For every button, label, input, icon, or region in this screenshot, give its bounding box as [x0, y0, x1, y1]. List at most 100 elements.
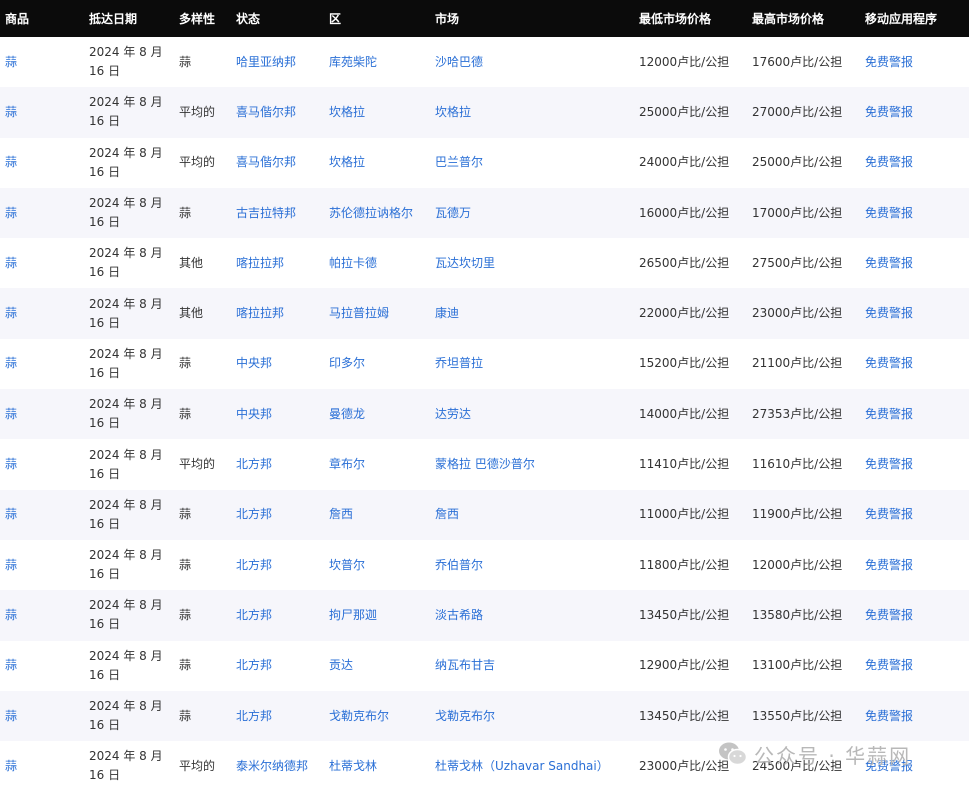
- max-price: 27000卢比/公担: [752, 104, 843, 119]
- header-arrival-date[interactable]: 抵达日期: [84, 0, 174, 37]
- commodity-link[interactable]: 蒜: [0, 439, 84, 489]
- district-link[interactable]: 曼德龙: [324, 389, 430, 439]
- table-row: 蒜 2024 年 8 月 16 日蒜北方邦 詹西 詹西 11000卢比/公担 11900卢…: [0, 489, 969, 540]
- price-table: 商品 抵达日期 多样性 状态 区 市场 最低市场价格 最高市场价格 移动应用程序…: [0, 0, 969, 792]
- max-price: 12000卢比/公担: [752, 557, 843, 572]
- free-alert-link[interactable]: 免费警报: [860, 741, 969, 791]
- state-link[interactable]: 古吉拉特邦: [231, 188, 324, 238]
- header-max-price[interactable]: 最高市场价格: [747, 0, 860, 37]
- district-link[interactable]: 贡达: [324, 641, 430, 691]
- district-link[interactable]: 章布尔: [324, 439, 430, 489]
- commodity-link[interactable]: 蒜: [0, 590, 84, 640]
- market-link[interactable]: 康迪: [430, 288, 634, 338]
- district-link[interactable]: 马拉普拉姆: [324, 288, 430, 338]
- market-link[interactable]: 戈勒克布尔: [430, 691, 634, 741]
- state-link[interactable]: 喀拉拉邦: [231, 238, 324, 288]
- state-link[interactable]: 北方邦: [231, 590, 324, 640]
- state-link[interactable]: 北方邦: [231, 490, 324, 540]
- state-link[interactable]: 中央邦: [231, 389, 324, 439]
- free-alert-link[interactable]: 免费警报: [860, 138, 969, 188]
- district-link[interactable]: 坎普尔: [324, 540, 430, 590]
- table-row: 蒜 2024 年 8 月 16 日 其他 喀拉拉邦 帕拉卡德 瓦达坎切里 26500卢比/公…: [0, 238, 969, 289]
- free-alert-link[interactable]: 免费警报: [860, 439, 969, 489]
- state-link[interactable]: 泰米尔纳德邦: [231, 741, 324, 791]
- state-link[interactable]: 喀拉拉邦: [231, 288, 324, 338]
- district-link[interactable]: 坎格拉: [324, 87, 430, 137]
- district-link[interactable]: 帕拉卡德: [324, 238, 430, 288]
- max-price: 11610卢比/公担: [752, 457, 843, 472]
- commodity-link[interactable]: 蒜: [0, 691, 84, 741]
- commodity-link[interactable]: 蒜: [0, 339, 84, 389]
- commodity-link[interactable]: 蒜: [0, 641, 84, 691]
- district-link[interactable]: 戈勒克布尔: [324, 691, 430, 741]
- commodity-link[interactable]: 蒜: [0, 87, 84, 137]
- commodity-link[interactable]: 蒜: [0, 389, 84, 439]
- state-link[interactable]: 中央邦: [231, 339, 324, 389]
- free-alert-link[interactable]: 免费警报: [860, 691, 969, 741]
- header-variety[interactable]: 多样性: [174, 0, 231, 37]
- commodity-link[interactable]: 蒜: [0, 37, 84, 87]
- state-link[interactable]: 北方邦: [231, 691, 324, 741]
- commodity-link[interactable]: 蒜: [0, 138, 84, 188]
- arrival-date: 2024 年 8 月 16 日: [89, 145, 163, 179]
- free-alert-link[interactable]: 免费警报: [860, 490, 969, 540]
- district-link[interactable]: 坎格拉: [324, 138, 430, 188]
- header-min-price[interactable]: 最低市场价格: [634, 0, 747, 37]
- min-price: 25000卢比/公担: [639, 104, 730, 119]
- state-link[interactable]: 喜马偕尔邦: [231, 87, 324, 137]
- commodity-link[interactable]: 蒜: [0, 238, 84, 288]
- market-link[interactable]: 沙哈巴德: [430, 37, 634, 87]
- market-link[interactable]: 瓦达坎切里: [430, 238, 634, 288]
- free-alert-link[interactable]: 免费警报: [860, 339, 969, 389]
- commodity-link[interactable]: 蒜: [0, 741, 84, 791]
- district-link[interactable]: 库苑柴陀: [324, 37, 430, 87]
- header-state[interactable]: 状态: [231, 0, 324, 37]
- max-price: 27500卢比/公担: [752, 255, 843, 270]
- market-link[interactable]: 乔坦普拉: [430, 339, 634, 389]
- state-link[interactable]: 北方邦: [231, 540, 324, 590]
- free-alert-link[interactable]: 免费警报: [860, 540, 969, 590]
- district-link[interactable]: 詹西: [324, 490, 430, 540]
- free-alert-link[interactable]: 免费警报: [860, 288, 969, 338]
- header-market[interactable]: 市场: [430, 0, 634, 37]
- state-link[interactable]: 哈里亚纳邦: [231, 37, 324, 87]
- district-link[interactable]: 印多尔: [324, 339, 430, 389]
- variety: 其他: [179, 306, 204, 321]
- market-link[interactable]: 瓦德万: [430, 188, 634, 238]
- free-alert-link[interactable]: 免费警报: [860, 238, 969, 288]
- district-link[interactable]: 苏伦德拉讷格尔: [324, 188, 430, 238]
- commodity-link[interactable]: 蒜: [0, 540, 84, 590]
- market-link[interactable]: 巴兰普尔: [430, 138, 634, 188]
- district-link[interactable]: 杜蒂戈林: [324, 741, 430, 791]
- arrival-date: 2024 年 8 月 16 日: [89, 749, 163, 783]
- free-alert-link[interactable]: 免费警报: [860, 389, 969, 439]
- state-link[interactable]: 北方邦: [231, 641, 324, 691]
- header-district[interactable]: 区: [324, 0, 430, 37]
- market-link[interactable]: 蒙格拉 巴德沙普尔: [430, 439, 634, 489]
- header-commodity[interactable]: 商品: [0, 0, 84, 37]
- market-link[interactable]: 达劳达: [430, 389, 634, 439]
- free-alert-link[interactable]: 免费警报: [860, 37, 969, 87]
- free-alert-link[interactable]: 免费警报: [860, 87, 969, 137]
- free-alert-link[interactable]: 免费警报: [860, 641, 969, 691]
- commodity-link[interactable]: 蒜: [0, 288, 84, 338]
- arrival-date: 2024 年 8 月 16 日: [89, 699, 163, 732]
- free-alert-link[interactable]: 免费警报: [860, 188, 969, 238]
- state-link[interactable]: 喜马偕尔邦: [231, 138, 324, 188]
- market-link[interactable]: 杜蒂戈林（Uzhavar Sandhai）: [430, 741, 634, 791]
- table-row: 蒜 2024 年 8 月 16 日 其他 喀拉拉邦 马拉普拉姆 康迪 22000卢比/公担 2…: [0, 288, 969, 339]
- table-row: 蒜 2024 年 8 月 16 日 平均的 北方邦 章布尔 蒙格拉 巴德沙普尔 11410卢…: [0, 439, 969, 490]
- market-link[interactable]: 纳瓦布甘吉: [430, 641, 634, 691]
- market-link[interactable]: 坎格拉: [430, 87, 634, 137]
- market-link[interactable]: 詹西: [430, 490, 634, 540]
- arrival-date: 2024 年 8 月 16 日: [89, 246, 163, 280]
- arrival-date: 2024 年 8 月 16 日: [89, 497, 163, 531]
- district-link[interactable]: 拘尸那迦: [324, 590, 430, 640]
- free-alert-link[interactable]: 免费警报: [860, 590, 969, 640]
- header-mobile-app[interactable]: 移动应用程序: [860, 0, 969, 37]
- commodity-link[interactable]: 蒜: [0, 490, 84, 540]
- commodity-link[interactable]: 蒜: [0, 188, 84, 238]
- market-link[interactable]: 淡古希路: [430, 590, 634, 640]
- state-link[interactable]: 北方邦: [231, 439, 324, 489]
- market-link[interactable]: 乔伯普尔: [430, 540, 634, 590]
